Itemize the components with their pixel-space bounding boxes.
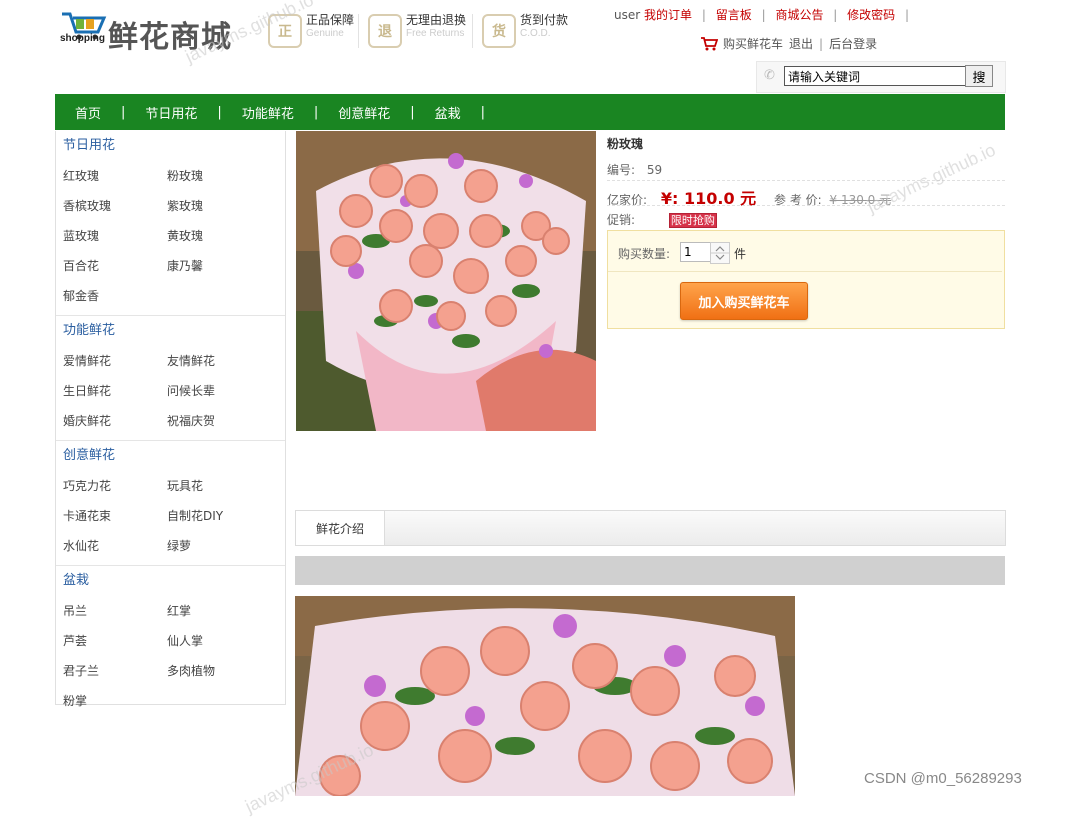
divider [608,271,1002,272]
search-input[interactable] [784,66,966,86]
category-potted: 盆栽 吊兰 红掌 芦荟 仙人掌 君子兰 多肉植物 粉掌 [56,566,285,720]
guarantee-label: 无理由退换 [406,13,467,27]
add-to-cart-button[interactable]: 加入购买鲜花车 [680,282,808,320]
guarantee-sub: Genuine [306,28,344,39]
product-id-value: 59 [646,163,663,177]
category-item[interactable]: 问候长辈 [167,376,271,406]
category-item[interactable]: 芦荟 [63,626,167,656]
username: user [614,8,641,22]
divider [607,205,1005,206]
search-button[interactable]: 搜 [965,65,993,87]
category-item[interactable]: 绿萝 [167,531,271,561]
guarantee-returns: 退 无理由退换 Free Returns [368,12,466,52]
link-cart[interactable]: 购买鲜花车 [723,35,783,52]
category-item[interactable]: 生日鲜花 [63,376,167,406]
category-creative: 创意鲜花 巧克力花 玩具花 卡通花束 自制花DIY 水仙花 绿萝 [56,441,285,566]
category-title[interactable]: 盆栽 [56,566,285,596]
category-item[interactable]: 百合花 [63,251,167,281]
category-item[interactable]: 友情鲜花 [167,346,271,376]
top-links: user 我的订单 | 留言板 | 商城公告 | 修改密码 | [614,8,910,22]
category-item[interactable]: 粉玫瑰 [167,161,271,191]
category-item[interactable]: 黄玫瑰 [167,221,271,251]
category-title[interactable]: 功能鲜花 [56,316,285,346]
guarantee-label: 正品保障 [306,13,355,27]
category-item[interactable]: 紫玫瑰 [167,191,271,221]
category-item[interactable]: 红掌 [167,596,271,626]
quantity-label: 购买数量: [618,247,671,261]
divider [358,14,359,48]
product-promo-row: 促销: 限时抢购 [607,211,717,228]
link-my-orders[interactable]: 我的订单 [644,8,692,22]
tab-content-header [295,556,1005,585]
product-photo [296,131,596,431]
promo-badge: 限时抢购 [668,213,717,228]
link-change-password[interactable]: 修改密码 [847,8,895,22]
cart-links: 购买鲜花车 退出 | 后台登录 [700,35,877,52]
category-title[interactable]: 节日用花 [56,131,285,161]
tab-flower-intro[interactable]: 鲜花介绍 [296,511,385,545]
category-item[interactable]: 玩具花 [167,471,271,501]
category-item[interactable]: 水仙花 [63,531,167,561]
guarantee-sub: C.O.D. [520,28,551,39]
link-message-board[interactable]: 留言板 [716,8,752,22]
guarantee-cod: 货 货到付款 C.O.D. [482,12,568,52]
main-nav: 首页 | 节日用花 | 功能鲜花 | 创意鲜花 | 盆栽 | [55,94,1005,130]
quantity-stepper[interactable] [710,242,730,264]
guarantee-label: 货到付款 [520,13,569,27]
category-functional: 功能鲜花 爱情鲜花 友情鲜花 生日鲜花 问候长辈 婚庆鲜花 祝福庆贺 [56,316,285,441]
category-item[interactable]: 自制花DIY [167,501,271,531]
cart-icon [701,36,718,50]
nav-item-festival[interactable]: 节日用花 | [145,103,241,122]
category-item[interactable]: 香槟玫瑰 [63,191,167,221]
category-item[interactable]: 康乃馨 [167,251,271,281]
return-icon: 退 [368,14,402,48]
nav-item-home[interactable]: 首页 | [75,103,145,122]
category-sidebar: 节日用花 红玫瑰 粉玫瑰 香槟玫瑰 紫玫瑰 蓝玫瑰 黄玫瑰 百合花 康乃馨 郁金… [55,131,286,708]
category-item[interactable]: 红玫瑰 [63,161,167,191]
category-item[interactable]: 蓝玫瑰 [63,221,167,251]
category-item[interactable]: 爱情鲜花 [63,346,167,376]
product-tabs [295,510,1006,546]
category-item[interactable]: 粉掌 [63,686,167,716]
quantity-input[interactable] [680,242,711,262]
category-item[interactable]: 卡通花束 [63,501,167,531]
category-item[interactable]: 君子兰 [63,656,167,686]
promo-label: 促销: [607,213,636,227]
link-announcements[interactable]: 商城公告 [775,8,823,22]
category-item[interactable]: 婚庆鲜花 [63,406,167,436]
stepper-arrows-icon [711,246,729,260]
product-id-row: 编号: 59 [607,161,662,178]
nav-item-functional[interactable]: 功能鲜花 | [242,103,338,122]
link-logout[interactable]: 退出 [789,35,813,52]
guarantee-sub: Free Returns [406,28,465,39]
category-festival: 节日用花 红玫瑰 粉玫瑰 香槟玫瑰 紫玫瑰 蓝玫瑰 黄玫瑰 百合花 康乃馨 郁金… [56,131,285,316]
product-name: 粉玫瑰 [607,137,644,151]
nav-item-creative[interactable]: 创意鲜花 | [338,103,434,122]
category-item[interactable]: 郁金香 [63,281,167,311]
csdn-credit: CSDN @m0_56289293 [864,770,1022,787]
category-title[interactable]: 创意鲜花 [56,441,285,471]
category-item[interactable]: 祝福庆贺 [167,406,271,436]
phone-icon: ✆ [764,68,775,83]
quantity-unit: 件 [734,247,747,261]
category-item[interactable]: 仙人掌 [167,626,271,656]
logo-shopping-text: shopping [60,33,105,44]
product-id-label: 编号: [607,163,636,177]
product-detail-photo [295,596,795,796]
category-item[interactable]: 巧克力花 [63,471,167,501]
cod-icon: 货 [482,14,516,48]
category-item[interactable]: 吊兰 [63,596,167,626]
category-item[interactable]: 多肉植物 [167,656,271,686]
link-admin-login[interactable]: 后台登录 [829,35,877,52]
divider [472,14,473,48]
nav-item-potted[interactable]: 盆栽 | [435,103,505,122]
